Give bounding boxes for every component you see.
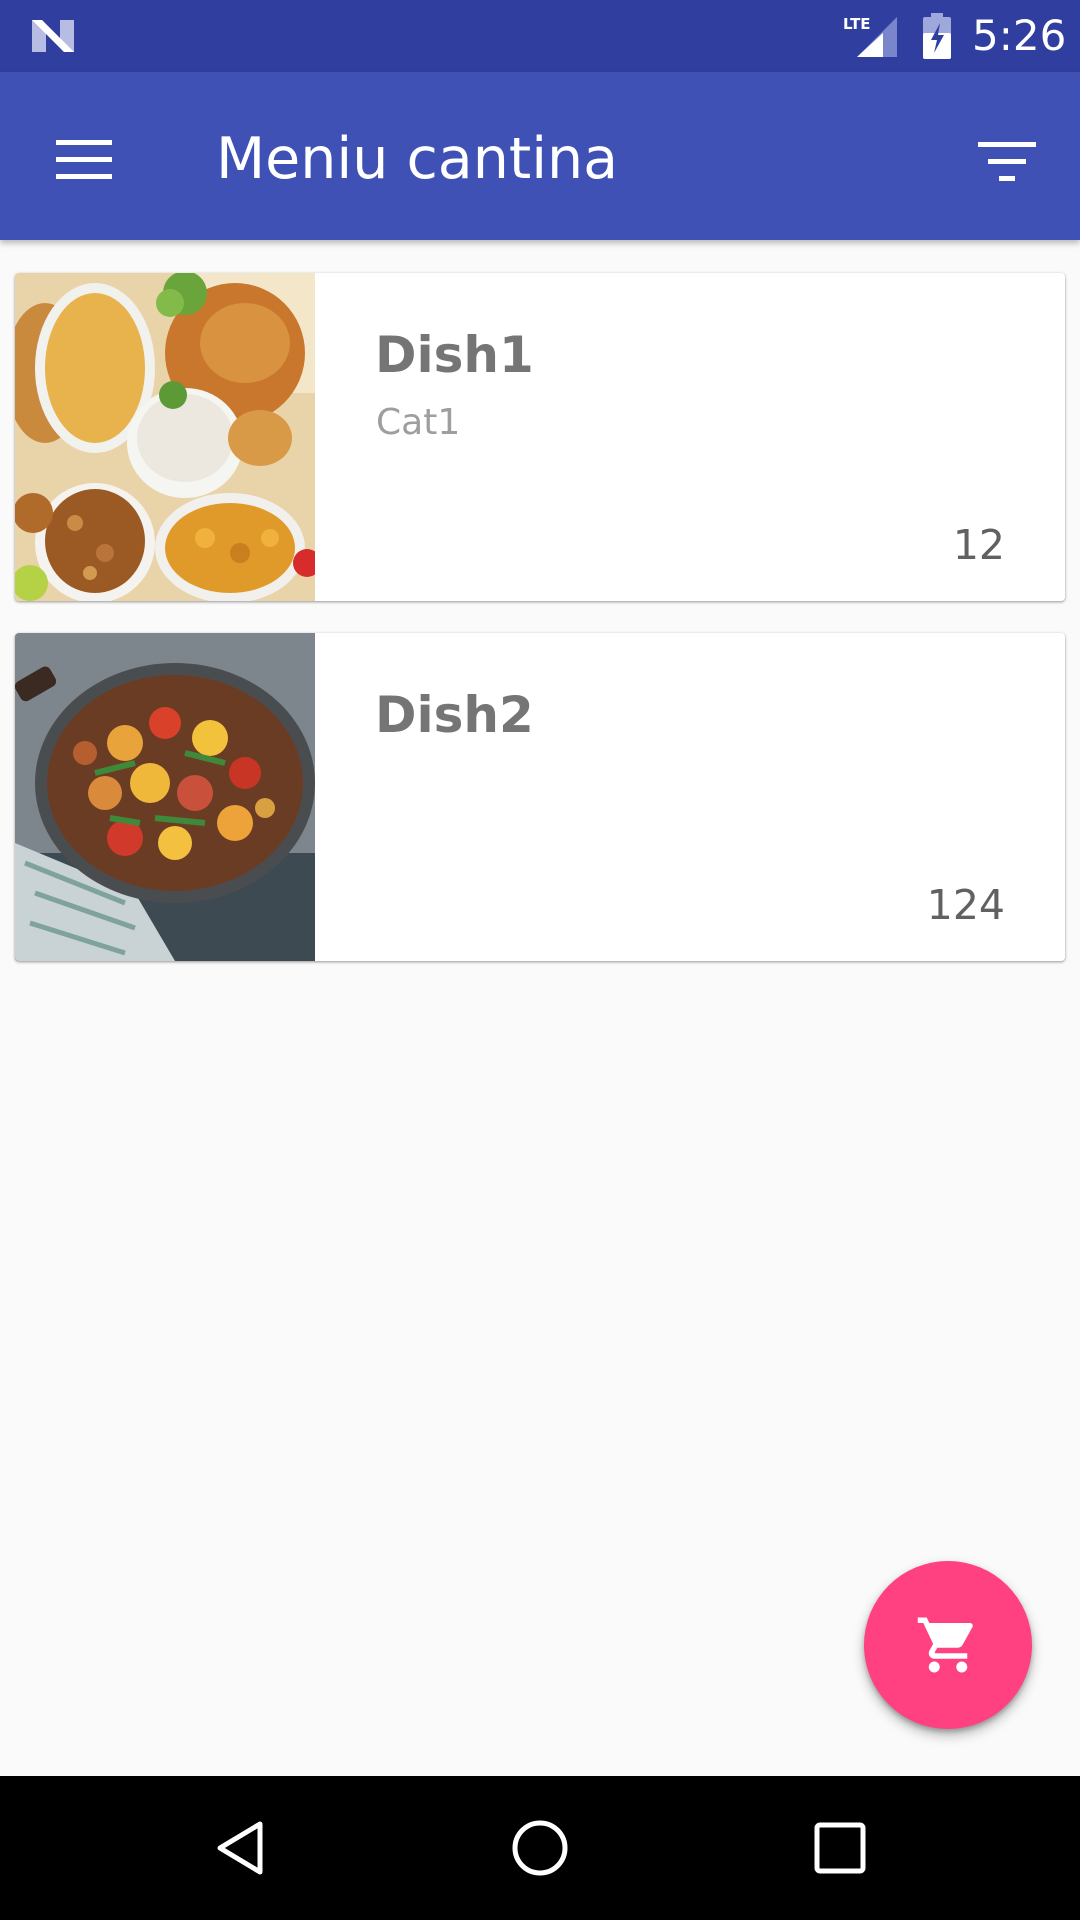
notification-n-icon xyxy=(32,20,74,52)
holiday-feast-photo xyxy=(15,273,315,601)
menu-button[interactable] xyxy=(40,116,128,204)
lte-signal-icon: LTE xyxy=(843,15,897,57)
page-title: Meniu cantina xyxy=(216,126,619,192)
cart-fab-button[interactable] xyxy=(864,1561,1032,1729)
status-bar: LTE 5:26 xyxy=(0,0,1080,72)
dish-image-1 xyxy=(15,273,315,601)
dish-name: Dish2 xyxy=(375,686,534,744)
filter-button[interactable] xyxy=(962,116,1050,204)
navigation-bar xyxy=(0,1776,1080,1920)
app-bar: Meniu cantina xyxy=(0,72,1080,240)
screen: LTE 5:26 Meniu cantina Dish1 Cat1 12 Dis… xyxy=(0,0,1080,1920)
dish-price: 12 xyxy=(952,521,1005,569)
chicken-stir-fry-photo xyxy=(15,633,315,961)
status-time: 5:26 xyxy=(972,11,1067,60)
hamburger-menu-icon xyxy=(56,140,112,179)
recents-square-icon xyxy=(814,1822,866,1874)
recents-button[interactable] xyxy=(790,1798,890,1898)
dish-name: Dish1 xyxy=(375,326,534,384)
network-label: LTE xyxy=(843,15,871,33)
battery-charging-icon xyxy=(923,13,951,59)
home-button[interactable] xyxy=(490,1798,590,1898)
dish-card-2[interactable]: Dish2 124 xyxy=(15,633,1065,961)
home-circle-icon xyxy=(512,1820,568,1876)
back-triangle-icon xyxy=(217,1821,263,1875)
filter-icon xyxy=(978,142,1036,181)
back-button[interactable] xyxy=(190,1798,290,1898)
dish-category: Cat1 xyxy=(376,402,461,443)
shopping-cart-icon xyxy=(917,1617,973,1673)
dish-card-1[interactable]: Dish1 Cat1 12 xyxy=(15,273,1065,601)
dish-image-2 xyxy=(15,633,315,961)
dish-price: 124 xyxy=(926,881,1005,929)
